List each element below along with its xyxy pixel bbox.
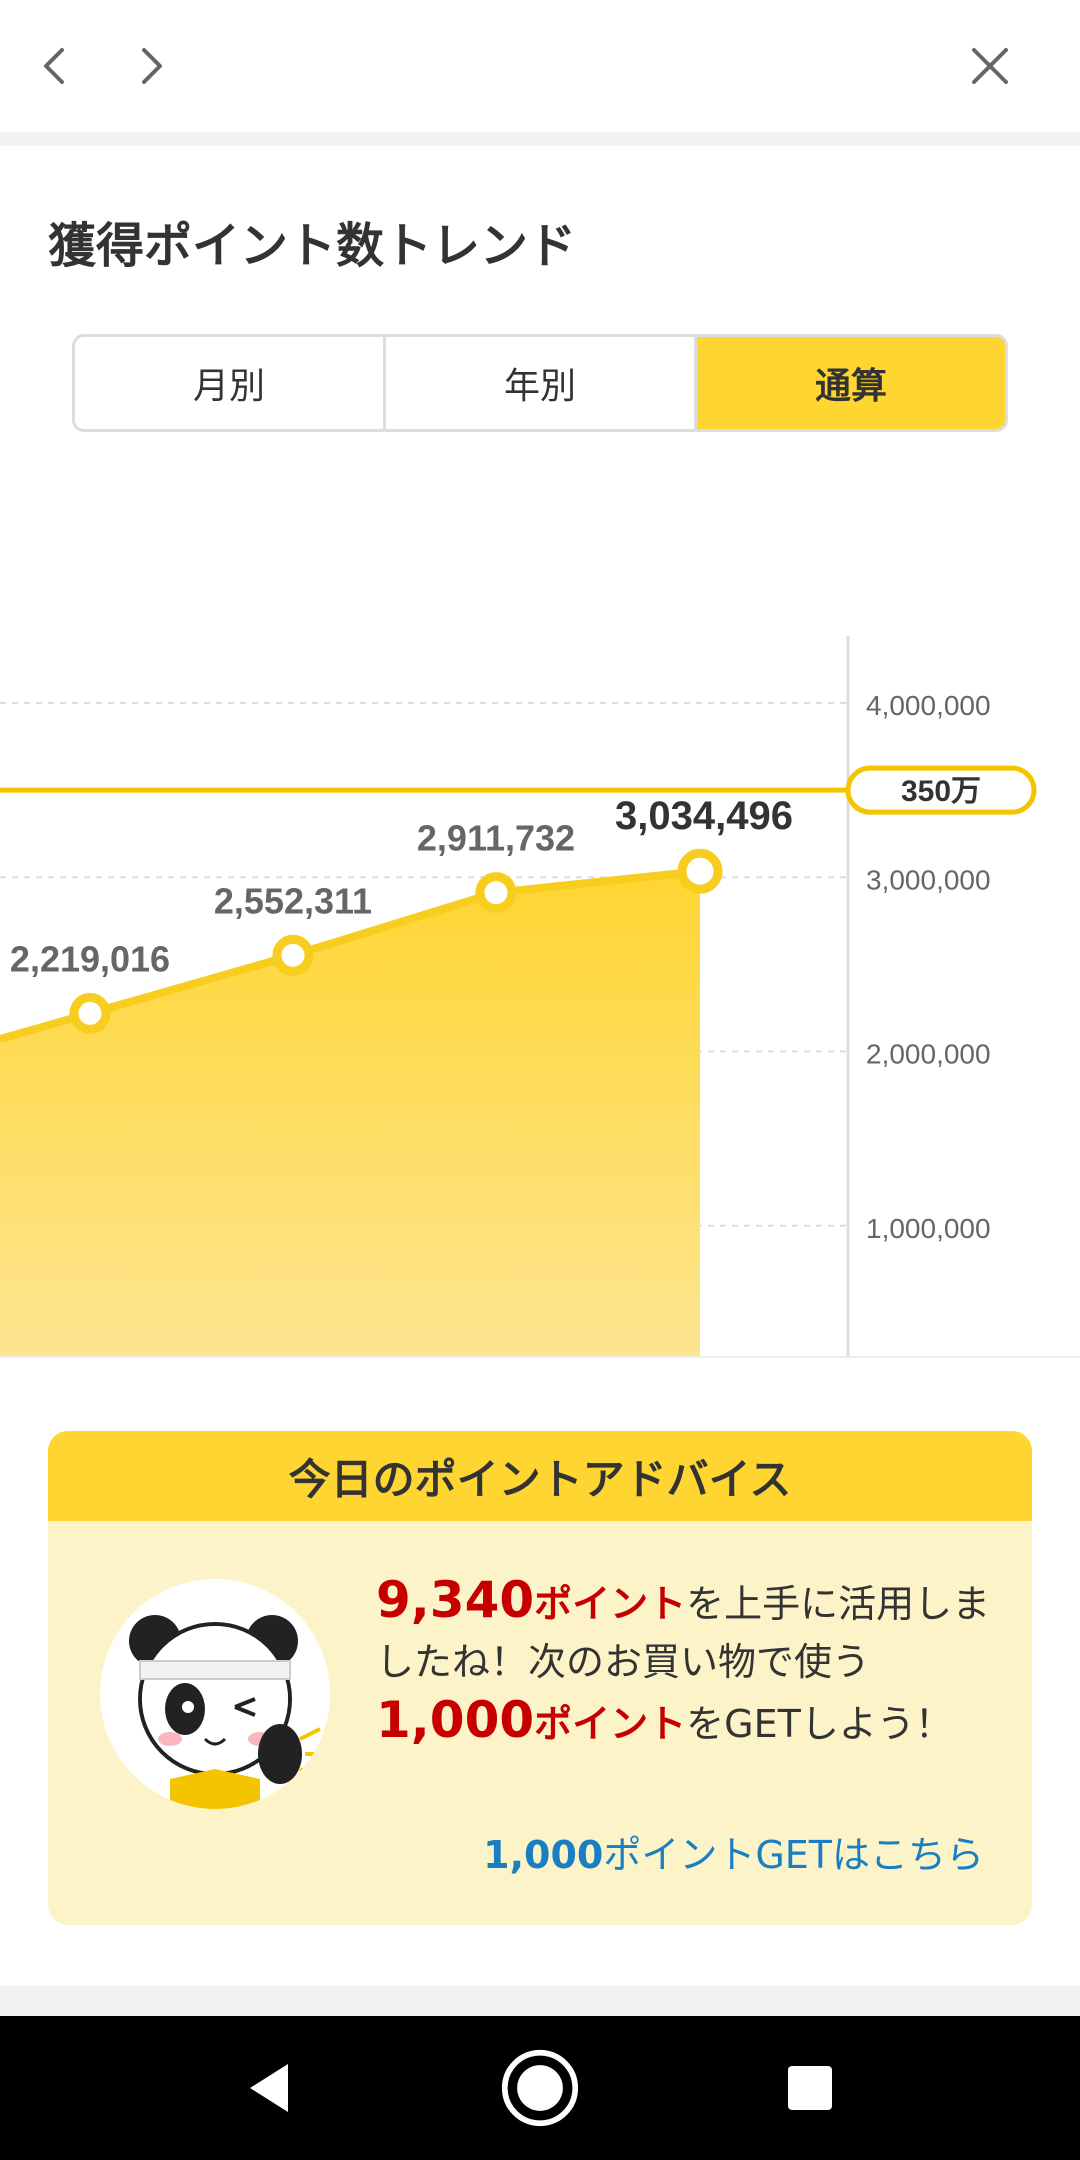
trend-chart: 01,000,0002,000,0003,000,0004,000,000350… bbox=[0, 636, 1037, 1462]
get-points-value: 1,000 bbox=[376, 1691, 535, 1749]
y-tick-label: 4,000,000 bbox=[866, 690, 991, 721]
used-points-value: 9,340 bbox=[376, 1571, 535, 1629]
trend-card: 獲得ポイント数トレンド 月別 年別 通算 01,000,0002,000,000… bbox=[0, 146, 1080, 1462]
chevron-right-icon bbox=[142, 48, 162, 84]
points-unit: ポイント bbox=[534, 1702, 687, 1746]
data-point bbox=[475, 872, 517, 914]
advice-card: 今日のポイントアドバイス 9,340ポイントを上手に活用しましたね！次のお買い物… bbox=[48, 1431, 1032, 1925]
data-label: 3,034,496 bbox=[615, 794, 793, 838]
link-label: ポイントGETはこちら bbox=[603, 1833, 984, 1877]
tab-cumulative[interactable]: 通算 bbox=[697, 337, 1005, 429]
get-points-link[interactable]: 1,000ポイントGETはこちら bbox=[483, 1824, 984, 1879]
tab-monthly[interactable]: 月別 bbox=[75, 337, 386, 429]
bottom-spacer bbox=[0, 1986, 1080, 2016]
y-tick-label: 2,000,000 bbox=[866, 1039, 991, 1070]
back-button[interactable] bbox=[20, 30, 92, 102]
panda-mascot-icon bbox=[100, 1579, 330, 1809]
data-label: 2,219,016 bbox=[10, 938, 170, 979]
recents-square-icon[interactable] bbox=[770, 2048, 850, 2128]
y-tick-label: 3,000,000 bbox=[866, 864, 991, 895]
home-circle-icon[interactable] bbox=[500, 2048, 580, 2128]
advice-message: 9,340ポイントを上手に活用しましたね！次のお買い物で使う 1,000ポイント… bbox=[376, 1571, 996, 1753]
tab-yearly[interactable]: 年別 bbox=[386, 337, 697, 429]
y-tick-label: 1,000,000 bbox=[866, 1213, 991, 1244]
chevron-left-icon bbox=[44, 48, 64, 84]
advice-text-2: をGETしよう！ bbox=[686, 1702, 953, 1746]
points-unit: ポイント bbox=[534, 1582, 687, 1626]
data-point bbox=[272, 934, 314, 976]
top-bar bbox=[0, 0, 1080, 132]
data-label: 2,911,732 bbox=[417, 818, 575, 859]
data-point bbox=[677, 848, 723, 894]
goal-label: 350万 bbox=[901, 775, 981, 808]
link-points-value: 1,000 bbox=[483, 1833, 604, 1877]
period-tabs: 月別 年別 通算 bbox=[72, 334, 1008, 432]
data-label: 2,552,311 bbox=[214, 880, 372, 921]
forward-button[interactable] bbox=[114, 30, 186, 102]
close-button[interactable] bbox=[954, 30, 1026, 102]
back-triangle-icon[interactable] bbox=[230, 2048, 310, 2128]
advice-heading: 今日のポイントアドバイス bbox=[48, 1431, 1032, 1521]
header-separator bbox=[0, 132, 1080, 146]
close-icon bbox=[972, 48, 1008, 84]
page-title: 獲得ポイント数トレンド bbox=[48, 218, 577, 274]
data-point bbox=[69, 992, 111, 1034]
system-navigation-bar bbox=[0, 2016, 1080, 2160]
